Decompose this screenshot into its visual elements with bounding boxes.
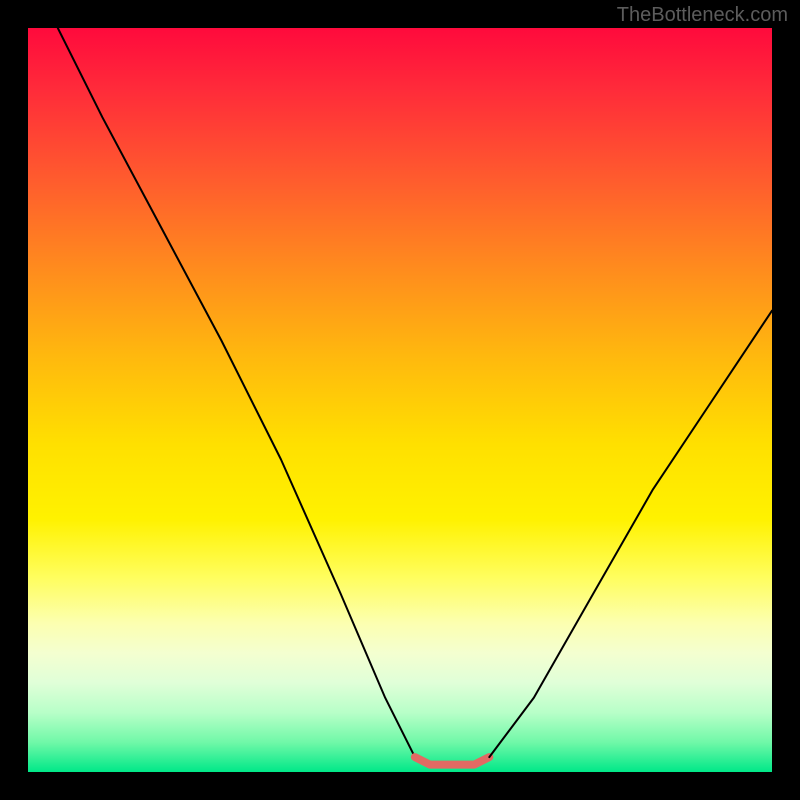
- series-left-arm: [58, 28, 415, 757]
- curve-layer: [28, 28, 772, 772]
- series-trough: [415, 757, 489, 765]
- watermark-text: TheBottleneck.com: [617, 4, 788, 27]
- series-group: [58, 28, 772, 765]
- chart-container: TheBottleneck.com: [0, 0, 800, 800]
- plot-area: [28, 28, 772, 772]
- series-right-arm: [489, 311, 772, 757]
